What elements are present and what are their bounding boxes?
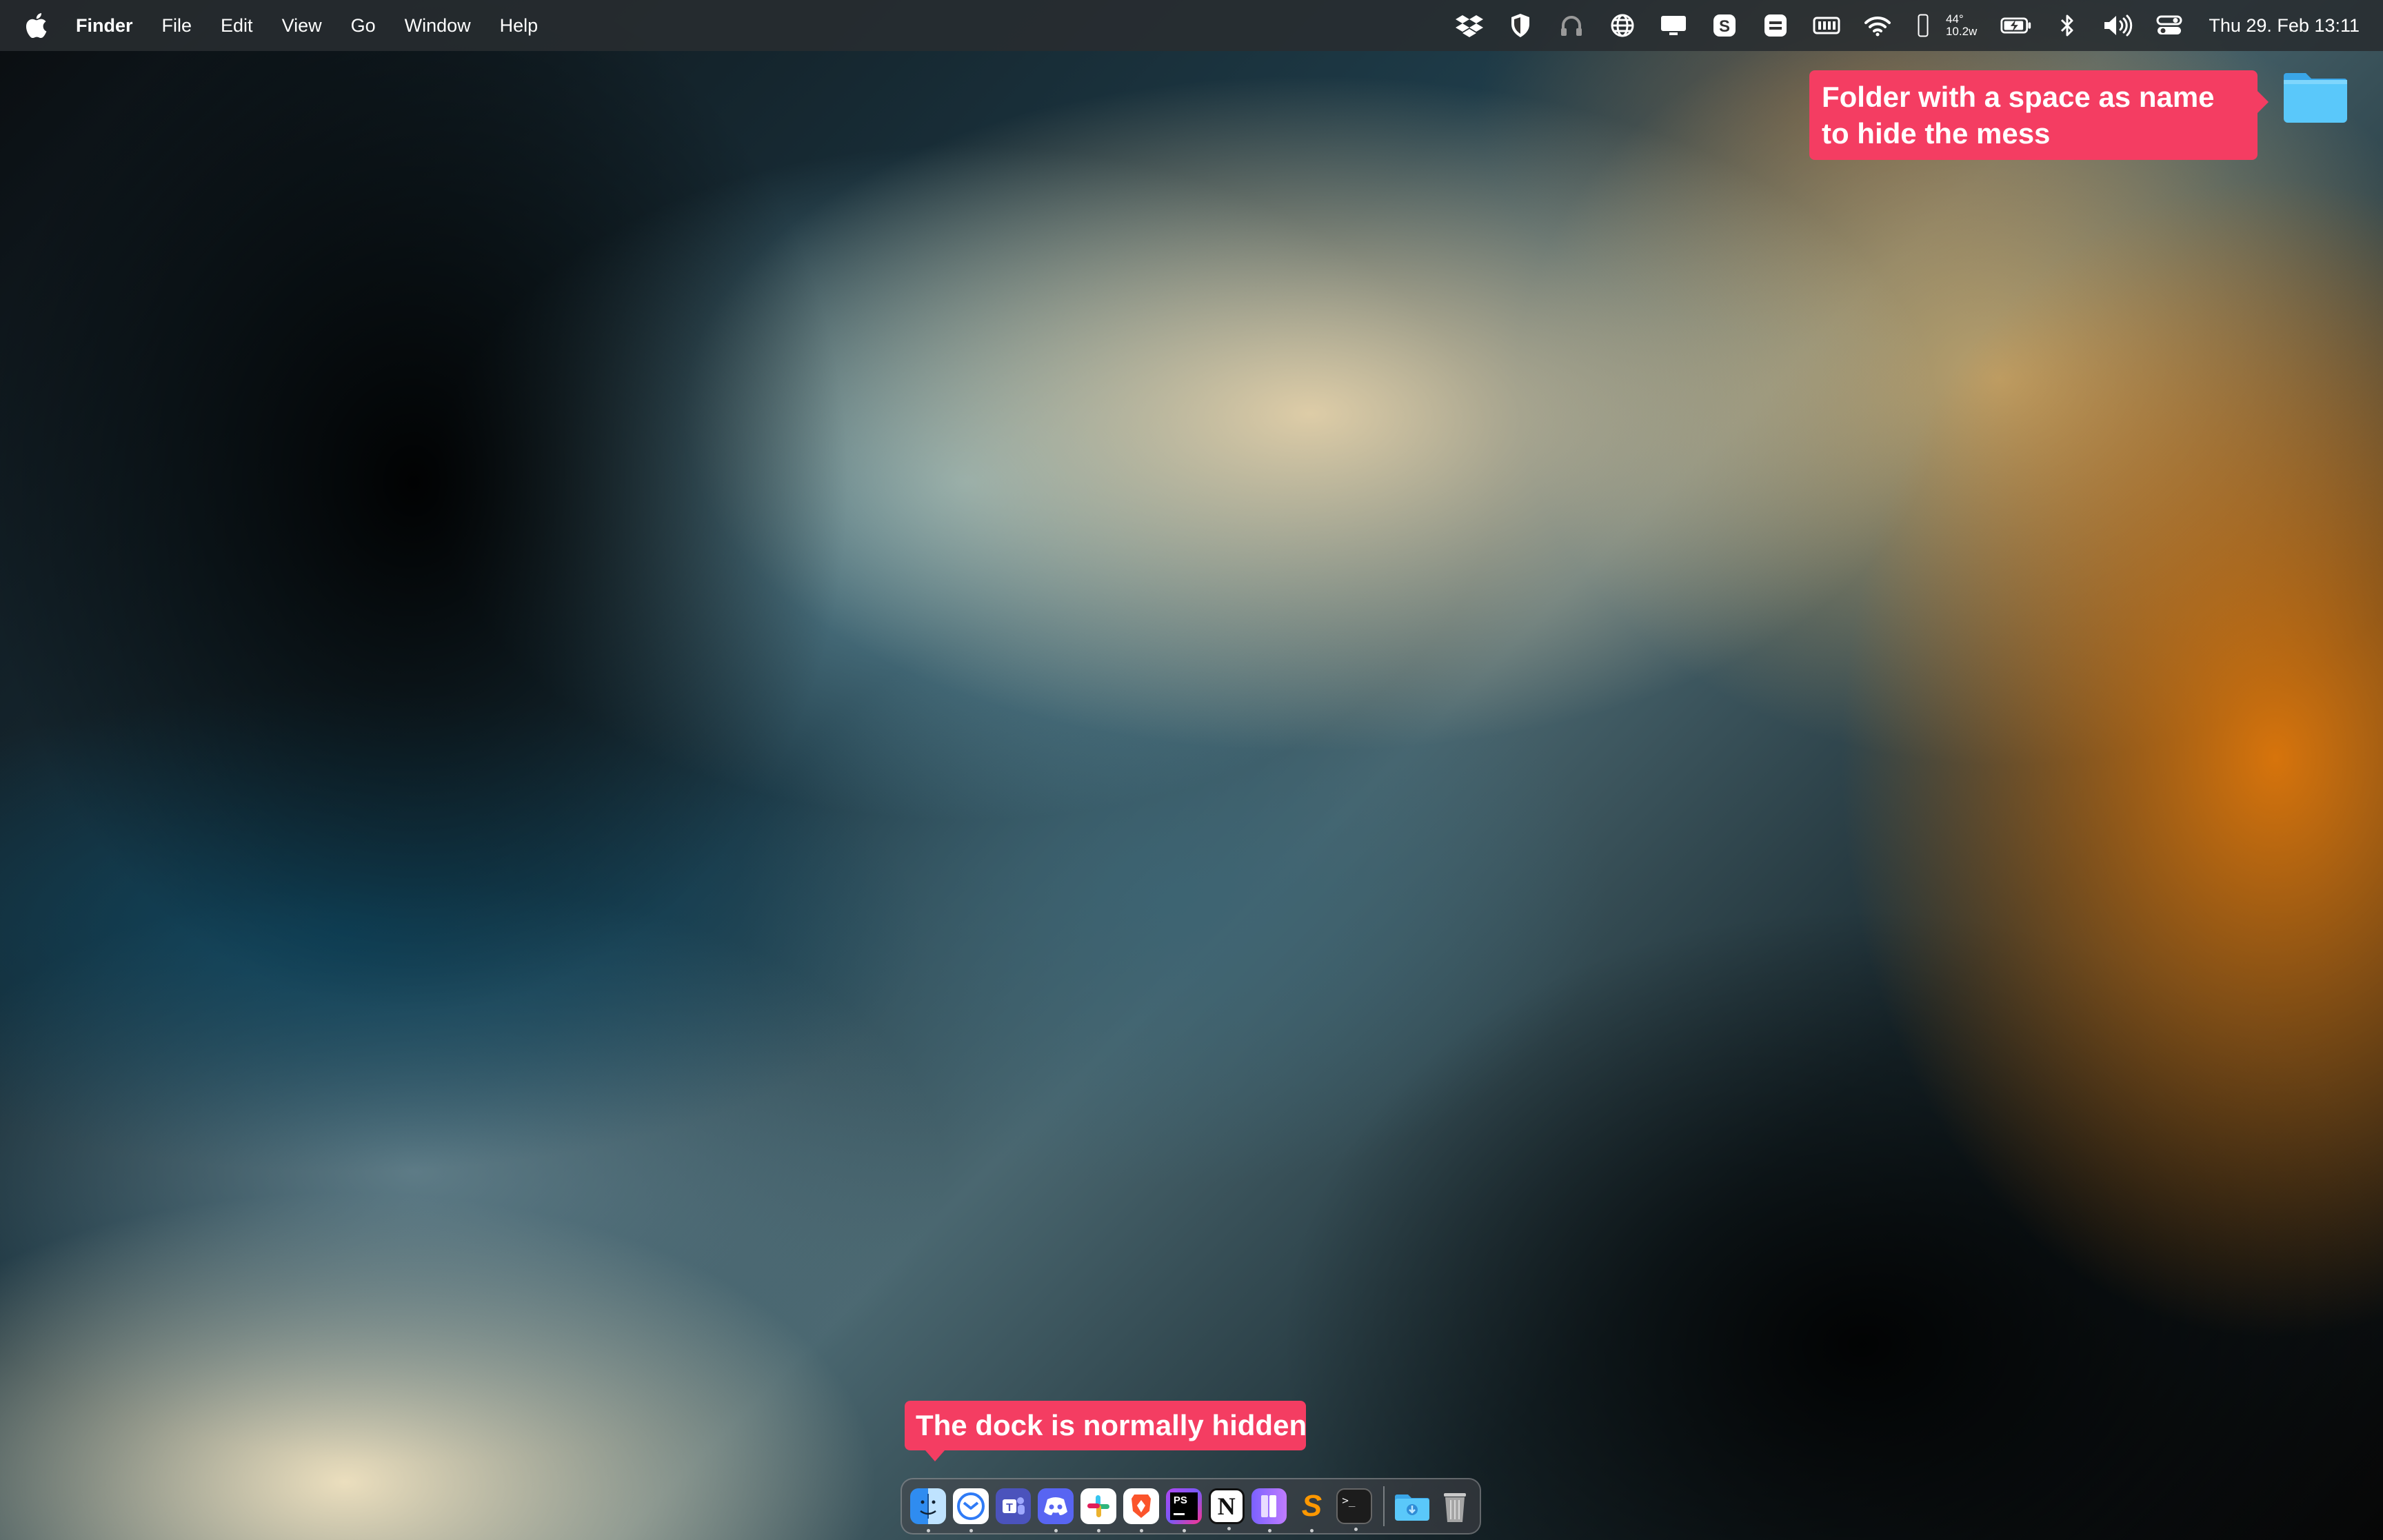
sublime-glyph: S xyxy=(1301,1489,1323,1523)
books-icon[interactable] xyxy=(1251,1488,1287,1532)
desktop-wallpaper xyxy=(0,0,2383,1540)
stats-power: 10.2w xyxy=(1945,25,1978,38)
brave-icon[interactable] xyxy=(1123,1488,1159,1532)
menu-clock[interactable]: Thu 29. Feb 13:11 xyxy=(2209,15,2360,37)
shield-icon[interactable] xyxy=(1505,12,1536,39)
dock-annotation: The dock is normally hidden xyxy=(905,1401,1307,1461)
battery-charging-icon[interactable] xyxy=(2000,12,2032,39)
phone-stats-icon[interactable] xyxy=(1917,12,1929,39)
svg-text:S: S xyxy=(1719,17,1730,36)
menu-app-name[interactable]: Finder xyxy=(76,15,133,37)
mail-icon[interactable] xyxy=(952,1488,989,1532)
bluetooth-icon[interactable] xyxy=(2051,12,2083,39)
menu-go[interactable]: Go xyxy=(351,15,376,37)
trash-icon[interactable] xyxy=(1437,1488,1473,1524)
terminal-glyph: >_ xyxy=(1342,1494,1356,1507)
svg-text:T: T xyxy=(1006,1502,1013,1514)
skype-icon[interactable]: S xyxy=(1709,12,1740,39)
menu-window[interactable]: Window xyxy=(405,15,471,37)
teams-icon[interactable]: T xyxy=(995,1488,1032,1524)
folder-annotation: Folder with a space as name to hide the … xyxy=(1809,70,2269,160)
sublime-text-icon[interactable]: S xyxy=(1294,1488,1329,1532)
menu-bar: Finder File Edit View Go Window Help S 4… xyxy=(0,0,2383,51)
menu-file[interactable]: File xyxy=(162,15,192,37)
stats-readout: 44° 10.2w xyxy=(1946,13,1977,38)
menu-list-icon[interactable] xyxy=(1760,12,1791,39)
downloads-folder-icon[interactable] xyxy=(1394,1488,1430,1524)
stats-temperature: 44° xyxy=(1945,12,1964,26)
display-icon[interactable] xyxy=(1658,12,1689,39)
headphones-icon[interactable] xyxy=(1556,12,1587,39)
globe-icon[interactable] xyxy=(1607,12,1638,39)
menu-edit[interactable]: Edit xyxy=(221,15,253,37)
dropbox-icon[interactable] xyxy=(1454,12,1485,39)
phpstorm-icon[interactable]: PS xyxy=(1165,1488,1202,1532)
finder-icon[interactable] xyxy=(910,1488,946,1532)
folder-icon[interactable] xyxy=(2282,66,2349,124)
notion-icon[interactable]: N xyxy=(1208,1488,1245,1530)
notion-glyph: N xyxy=(1217,1492,1236,1520)
apple-menu-icon[interactable] xyxy=(25,12,48,39)
terminal-icon[interactable]: >_ xyxy=(1336,1488,1373,1531)
menu-help[interactable]: Help xyxy=(500,15,539,37)
memory-icon[interactable] xyxy=(1811,12,1842,39)
menu-view[interactable]: View xyxy=(282,15,322,37)
wifi-icon[interactable] xyxy=(1862,12,1893,39)
dock-separator xyxy=(1383,1486,1385,1526)
control-center-icon[interactable] xyxy=(2153,12,2185,39)
discord-icon[interactable] xyxy=(1038,1488,1074,1532)
slack-icon[interactable] xyxy=(1080,1488,1117,1532)
phpstorm-glyph: PS xyxy=(1173,1495,1187,1506)
dock: T PS N S >_ xyxy=(901,1478,1481,1534)
volume-icon[interactable] xyxy=(2102,12,2134,39)
